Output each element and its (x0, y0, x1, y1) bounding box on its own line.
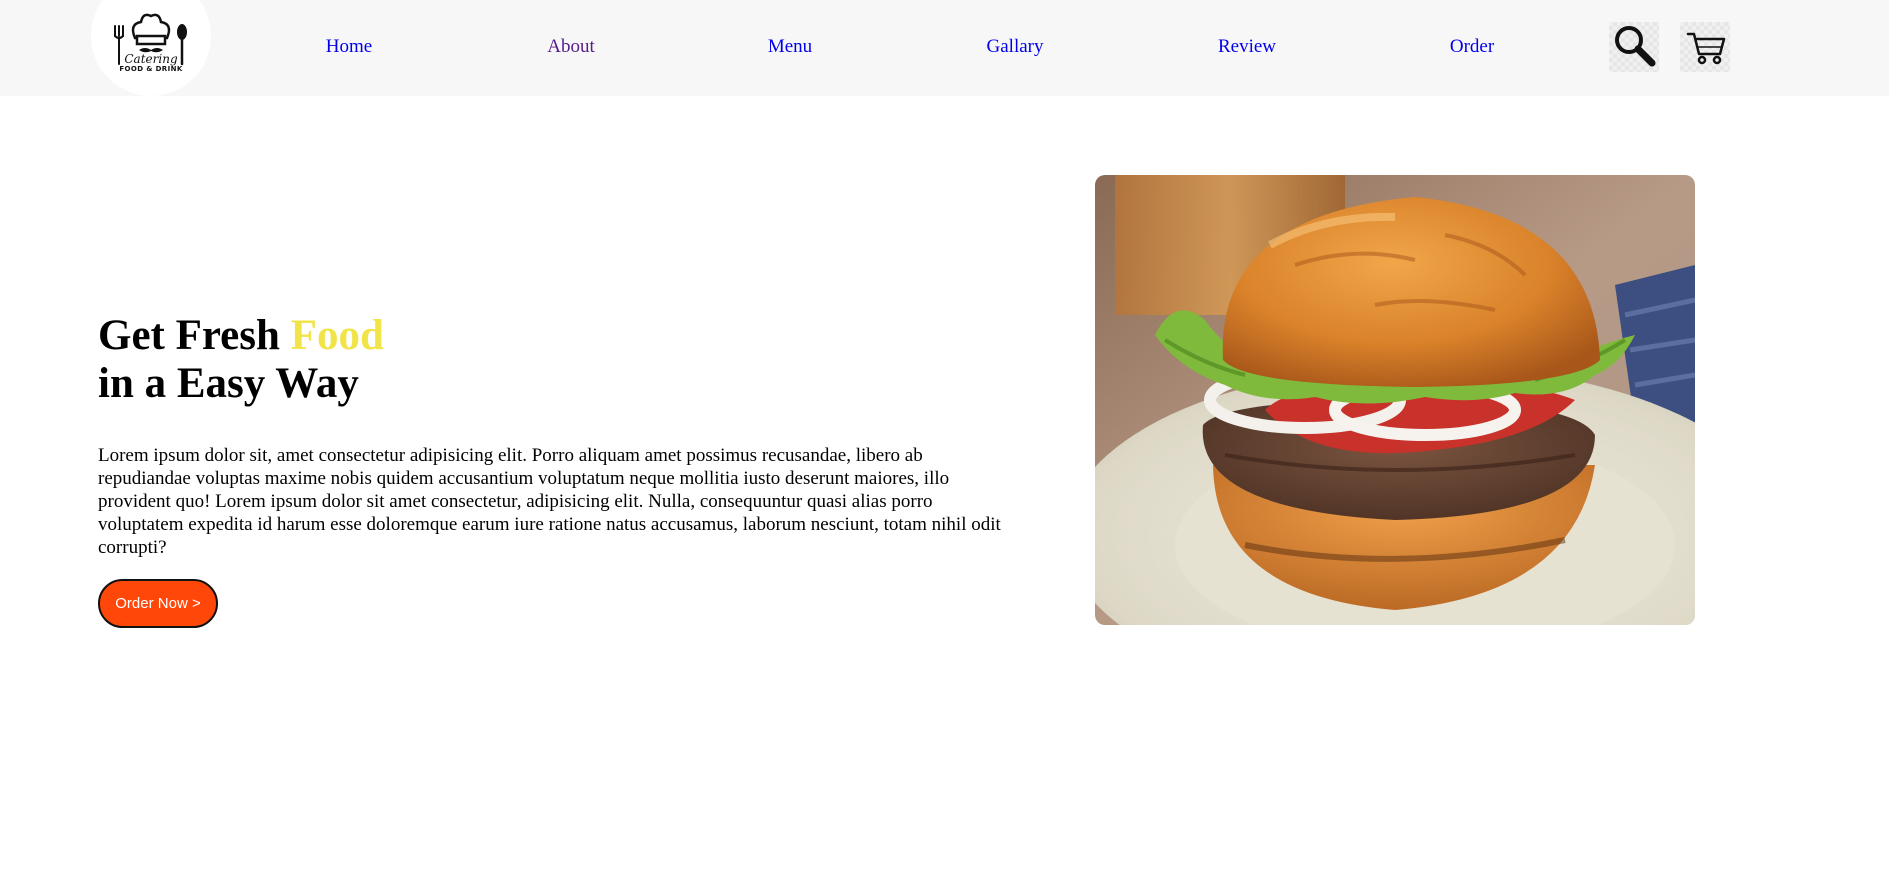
chef-logo-icon (114, 13, 187, 66)
nav-menu-link[interactable]: Menu (768, 36, 812, 58)
hero-title-highlight: Food (290, 312, 384, 359)
navbar: Catering FOOD & DRINK Home About Menu Ga… (0, 0, 1889, 96)
logo-text: Catering (124, 52, 178, 66)
hero-image (1095, 175, 1695, 625)
nav-order-link[interactable]: Order (1450, 36, 1494, 58)
nav-home-link[interactable]: Home (326, 36, 372, 58)
search-button[interactable] (1609, 22, 1659, 72)
nav-about-link[interactable]: About (547, 36, 595, 58)
hero-description: Lorem ipsum dolor sit, amet consectetur … (98, 445, 1001, 558)
logo[interactable]: Catering FOOD & DRINK (91, 0, 211, 96)
cart-button[interactable] (1680, 22, 1730, 72)
logo-tagline: FOOD & DRINK (119, 65, 183, 73)
cart-icon (1686, 32, 1726, 65)
hero-title-text: Get Fresh (98, 312, 291, 359)
burger-image (1095, 175, 1695, 625)
hero-title-line2: in a Easy Way (98, 360, 359, 407)
order-now-button[interactable]: Order Now > (98, 579, 218, 628)
search-icon (1615, 26, 1656, 67)
nav-gallery-link[interactable]: Gallary (987, 36, 1044, 58)
hero-title: Get Fresh Food in a Easy Way (98, 312, 384, 408)
nav-review-link[interactable]: Review (1218, 36, 1276, 58)
